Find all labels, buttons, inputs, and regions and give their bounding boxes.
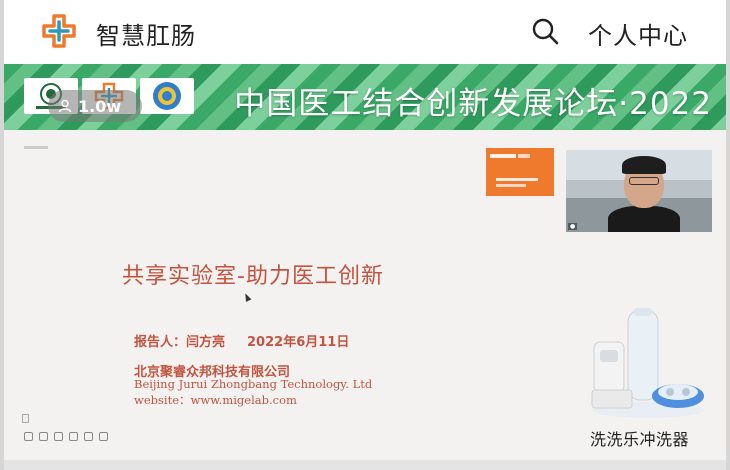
rectangle-icon[interactable] <box>39 432 48 441</box>
report-date: 2022年6月11日 <box>247 335 350 350</box>
association-emblem-badge <box>140 78 194 114</box>
mouse-cursor-icon <box>242 292 252 302</box>
product-ad-image[interactable] <box>588 306 708 422</box>
event-title: 中国医工结合创新发展论坛·2022 <box>234 86 712 122</box>
bottom-bar <box>4 460 726 470</box>
pen-icon[interactable] <box>24 432 33 441</box>
shape-icon[interactable] <box>54 432 63 441</box>
profile-center-link[interactable]: 个人中心 <box>588 16 688 51</box>
sponsor-slide-logo <box>486 148 554 196</box>
viewer-count: 1.0w <box>78 96 122 116</box>
eraser-icon[interactable] <box>69 432 78 441</box>
presenter-line: 报告人：闫方亮 2022年6月11日 <box>134 331 349 350</box>
viewer-count-pill: 1.0w <box>48 90 142 122</box>
slide-header-mark <box>24 146 48 149</box>
slide-title: 共享实验室-助力医工创新 <box>122 264 384 289</box>
app-title: 智慧肛肠 <box>96 22 196 50</box>
page-icon <box>22 414 29 423</box>
reporter-name: 报告人：闫方亮 <box>134 335 226 350</box>
top-header: 智慧肛肠 个人中心 <box>4 0 726 64</box>
presenter-name-tag: ● <box>568 223 578 230</box>
company-name-en: Beijing Jurui Zhongbang Technology. Ltd <box>134 377 373 391</box>
search-icon[interactable] <box>530 16 560 46</box>
event-banner: 1.0w 中国医工结合创新发展论坛·2022 <box>4 64 726 130</box>
product-name: 洗洗乐冲洗器 <box>590 430 690 449</box>
presenter-camera: ● <box>566 150 712 232</box>
annotation-toolbar <box>24 432 108 441</box>
comment-icon[interactable] <box>99 432 108 441</box>
pointer-icon[interactable] <box>84 432 93 441</box>
company-website: website：www.migelab.com <box>134 393 297 407</box>
app-logo-icon <box>42 14 76 48</box>
user-icon <box>58 99 72 113</box>
